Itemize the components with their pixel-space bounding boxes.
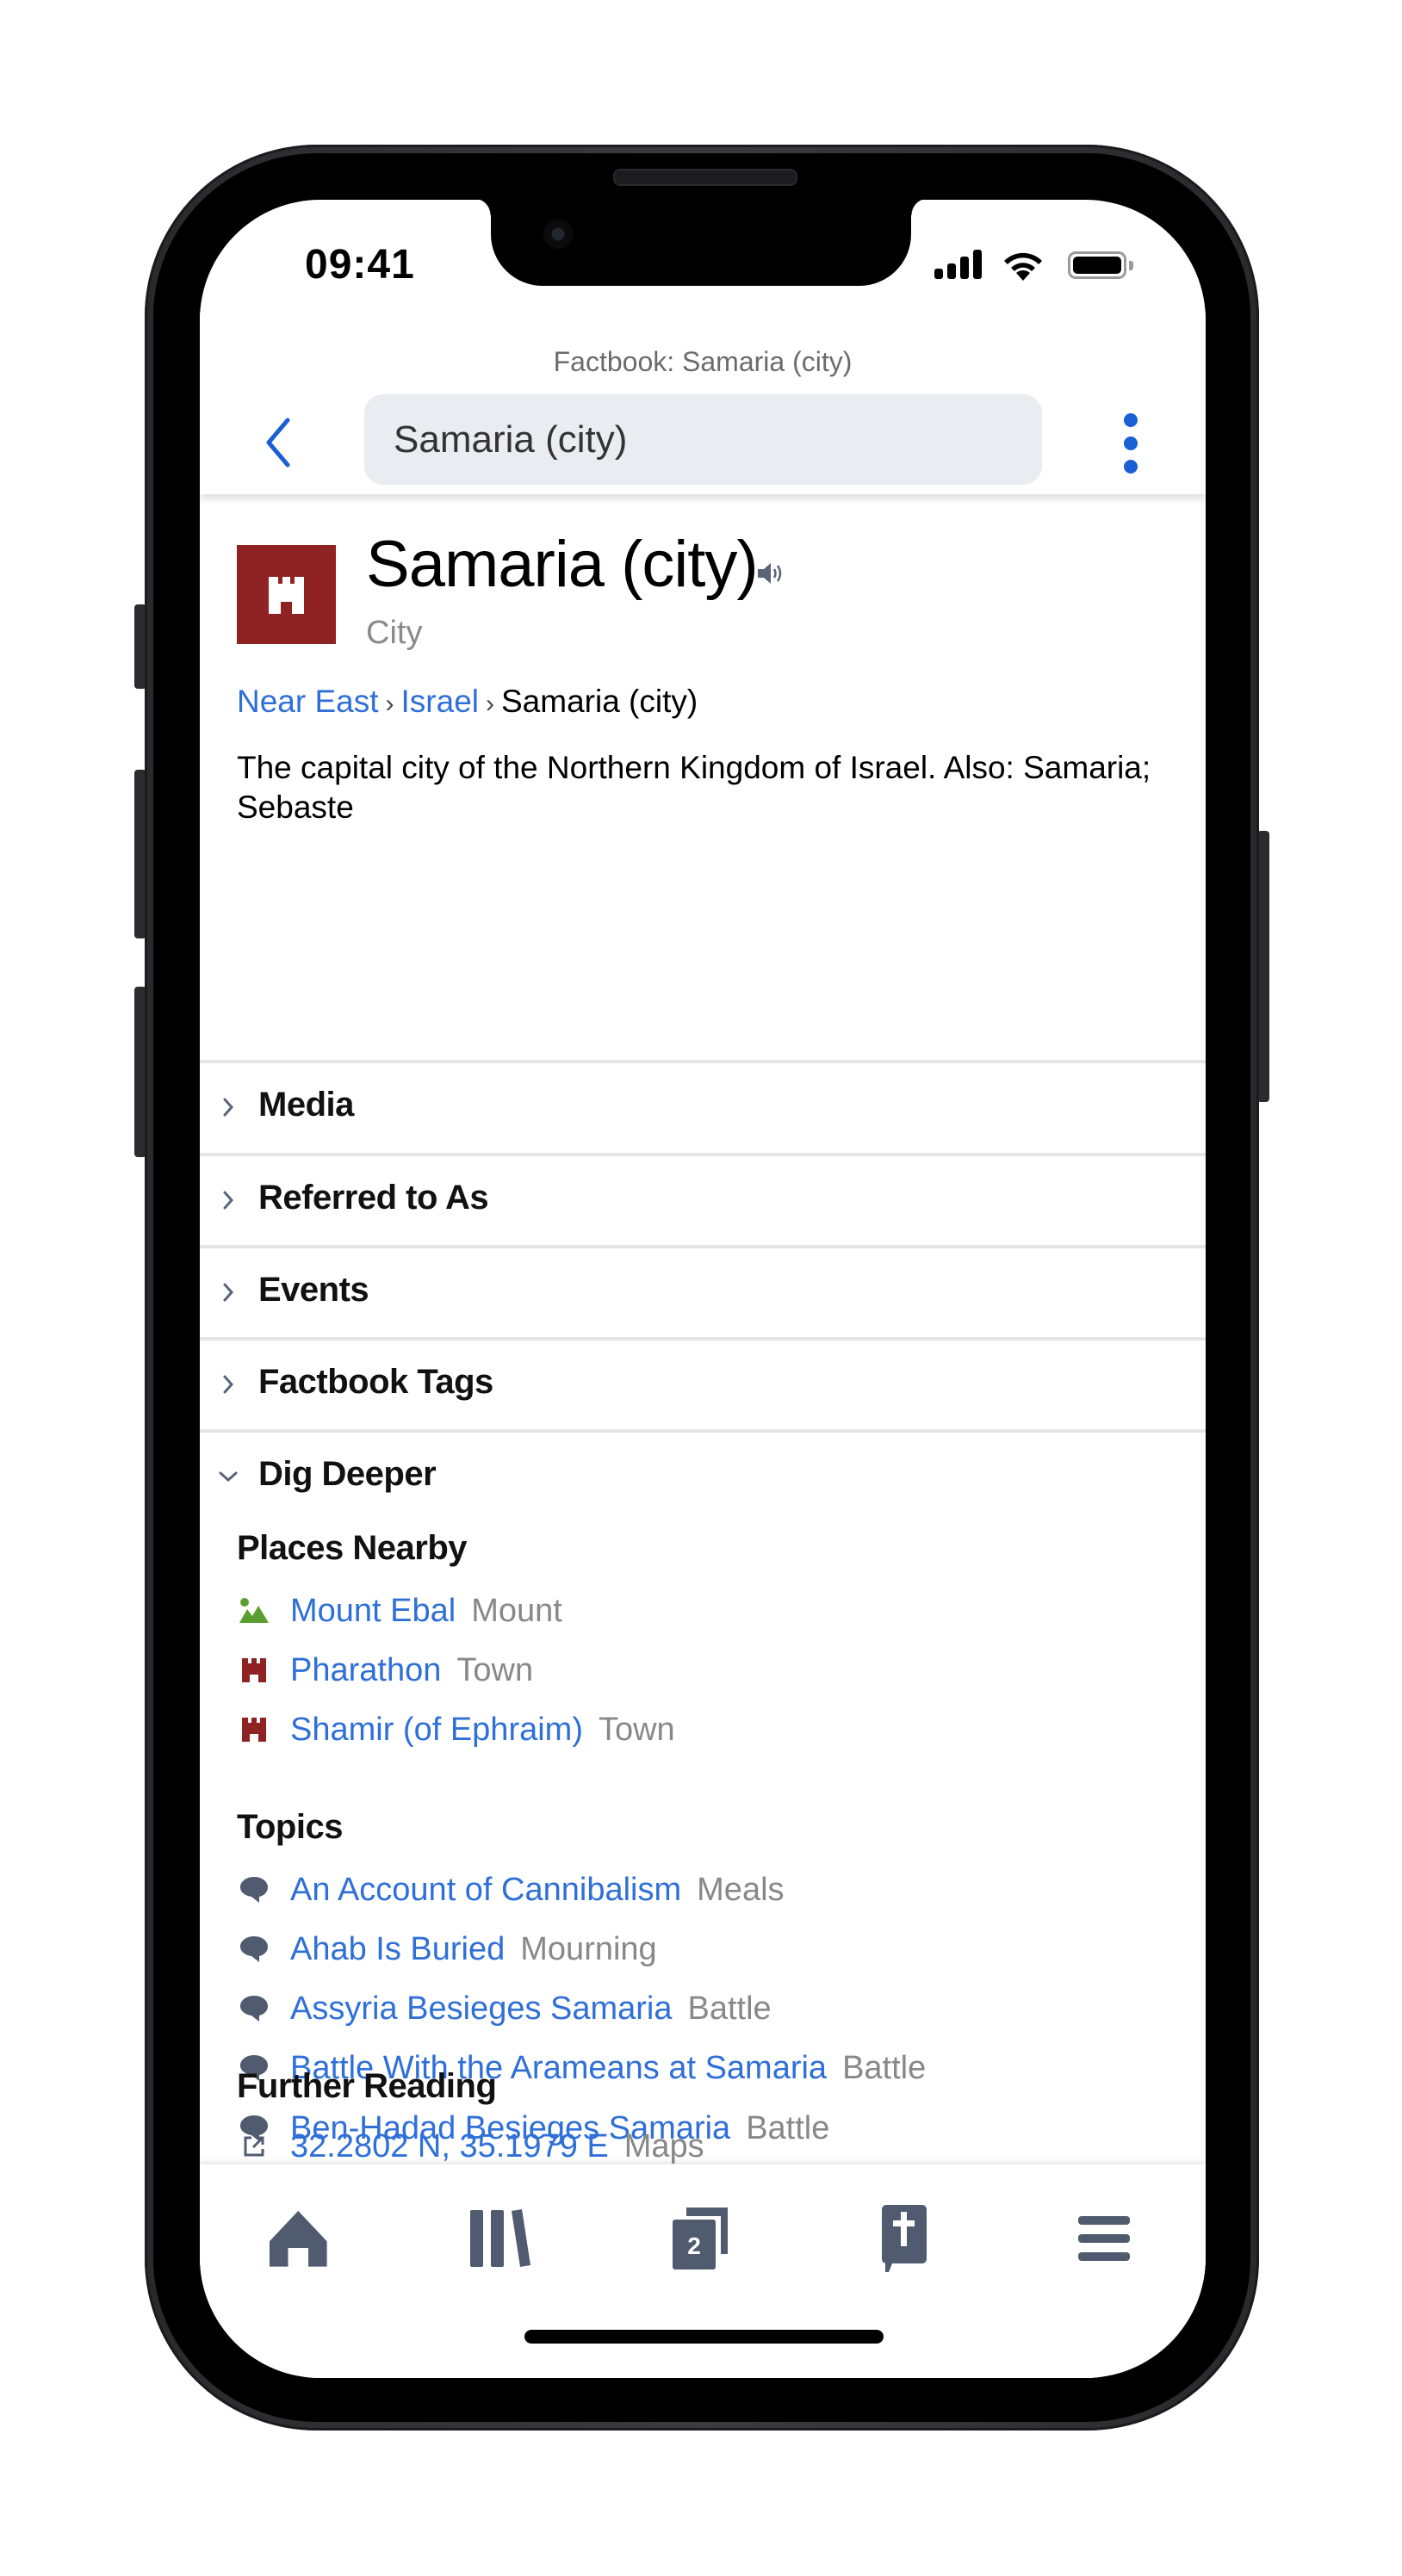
chevron-right-icon	[223, 1283, 234, 1302]
topic-link[interactable]: Assyria Besieges Samaria	[290, 1991, 673, 2028]
wifi-icon	[1004, 252, 1042, 281]
topic-type: Mourning	[520, 1930, 657, 1967]
map-coordinates-link[interactable]: 32.2802 N, 35.1979 E	[290, 2128, 609, 2165]
entity-type: City	[366, 615, 423, 651]
tab-library[interactable]	[454, 2195, 549, 2282]
castle-icon	[237, 1653, 271, 1687]
tabs-icon: 2	[673, 2208, 728, 2269]
home-indicator[interactable]	[524, 2330, 884, 2344]
section-label: Factbook Tags	[258, 1363, 493, 1401]
topic-type: Battle	[687, 1990, 772, 2027]
tab-home[interactable]	[251, 2195, 346, 2282]
place-type: Town	[456, 1651, 534, 1688]
bible-icon	[882, 2205, 927, 2272]
topic-link[interactable]: Ahab Is Buried	[290, 1931, 505, 1968]
topic-item: Ahab Is Buried Mourning	[237, 1928, 657, 1971]
section-media[interactable]: Media	[200, 1060, 1206, 1152]
place-type: Mount	[471, 1592, 562, 1629]
place-item: Shamir (of Ephraim) Town	[237, 1708, 675, 1751]
topics-heading: Topics	[237, 1808, 343, 1846]
hamburger-menu-icon	[1078, 2216, 1130, 2261]
section-label: Media	[258, 1086, 354, 1124]
status-icons	[934, 248, 1141, 282]
further-reading-heading: Further Reading	[237, 2067, 497, 2105]
section-referred-to-as[interactable]: Referred to As	[200, 1153, 1206, 1245]
chevron-right-icon	[223, 1191, 234, 1210]
external-link-icon	[237, 2129, 271, 2164]
topic-item: Assyria Besieges Samaria Battle	[237, 1987, 772, 2030]
tab-menu[interactable]	[1057, 2195, 1151, 2282]
section-factbook-tags[interactable]: Factbook Tags	[200, 1337, 1206, 1429]
place-type: Town	[598, 1711, 675, 1748]
article-content[interactable]: Samaria (city) City Near East › Israel › Sam…	[200, 494, 1206, 2164]
further-reading-section: Further Reading 32.2802 N, 35.1979 E Map…	[200, 2029, 1206, 2164]
place-link[interactable]: Pharathon	[290, 1652, 441, 1689]
place-item: Pharathon Town	[237, 1649, 533, 1692]
notch	[474, 200, 928, 286]
pronunciation-button[interactable]	[756, 560, 785, 586]
speaker-icon	[758, 563, 782, 584]
places-nearby-heading: Places Nearby	[237, 1529, 468, 1567]
cellular-signal-icon	[934, 248, 986, 282]
section-dig-deeper[interactable]: Dig Deeper	[200, 1429, 1206, 1521]
chevron-right-icon	[223, 1375, 234, 1394]
chevron-down-icon	[219, 1471, 238, 1483]
breadcrumb-israel[interactable]: Israel	[401, 684, 479, 719]
section-label: Events	[258, 1271, 369, 1309]
nav-title: Factbook: Samaria (city)	[553, 346, 853, 377]
breadcrumb-near-east[interactable]: Near East	[237, 684, 379, 719]
power-button	[1257, 831, 1269, 1102]
tabs-count: 2	[687, 2232, 701, 2259]
further-reading-type: Maps	[623, 2127, 704, 2164]
more-options-button[interactable]	[1118, 413, 1144, 474]
front-camera	[543, 219, 574, 250]
mountain-icon	[237, 1594, 271, 1628]
tab-open-tabs[interactable]: 2	[654, 2195, 748, 2282]
breadcrumb: Near East › Israel › Samaria (city)	[237, 684, 698, 720]
phone-screen: 09:41 Factbook: Samaria (city) Samaria (…	[200, 200, 1206, 2378]
castle-icon	[237, 1712, 271, 1747]
breadcrumb-separator: ›	[385, 690, 394, 718]
chevron-left-icon	[266, 418, 290, 468]
search-input-value: Samaria (city)	[394, 418, 628, 461]
back-button[interactable]	[258, 415, 296, 470]
topic-type: Meals	[697, 1871, 785, 1908]
breadcrumb-separator: ›	[486, 690, 494, 718]
earpiece-speaker	[613, 169, 797, 186]
entity-description: The capital city of the Northern Kingdom…	[237, 750, 1151, 825]
battery-cap	[1129, 261, 1133, 270]
more-vertical-icon	[1124, 413, 1138, 427]
speech-bubble-icon	[237, 1932, 271, 1966]
bottom-tab-bar: 2	[200, 2164, 1206, 2378]
search-input[interactable]: Samaria (city)	[364, 394, 1042, 485]
section-events[interactable]: Events	[200, 1245, 1206, 1337]
home-icon	[269, 2210, 327, 2267]
topic-link[interactable]: An Account of Cannibalism	[290, 1872, 681, 1909]
entity-title: Samaria (city)	[366, 528, 759, 601]
library-icon	[470, 2209, 530, 2267]
topic-item: An Account of Cannibalism Meals	[237, 1868, 785, 1911]
speech-bubble-icon	[237, 1991, 271, 2026]
status-time: 09:41	[305, 242, 415, 288]
further-reading-item: 32.2802 N, 35.1979 E Maps	[237, 2125, 704, 2164]
tab-bible[interactable]	[857, 2195, 952, 2282]
castle-icon	[237, 545, 336, 644]
place-item: Mount Ebal Mount	[237, 1589, 562, 1632]
place-link[interactable]: Shamir (of Ephraim)	[290, 1712, 583, 1749]
section-label: Dig Deeper	[258, 1455, 437, 1493]
speech-bubble-icon	[237, 1873, 271, 1907]
chevron-right-icon	[223, 1098, 234, 1117]
nav-header: Factbook: Samaria (city) Samaria (city)	[200, 312, 1206, 494]
place-link[interactable]: Mount Ebal	[290, 1593, 456, 1630]
battery-icon	[1068, 251, 1126, 279]
section-label: Referred to As	[258, 1179, 489, 1217]
breadcrumb-current: Samaria (city)	[501, 684, 698, 719]
